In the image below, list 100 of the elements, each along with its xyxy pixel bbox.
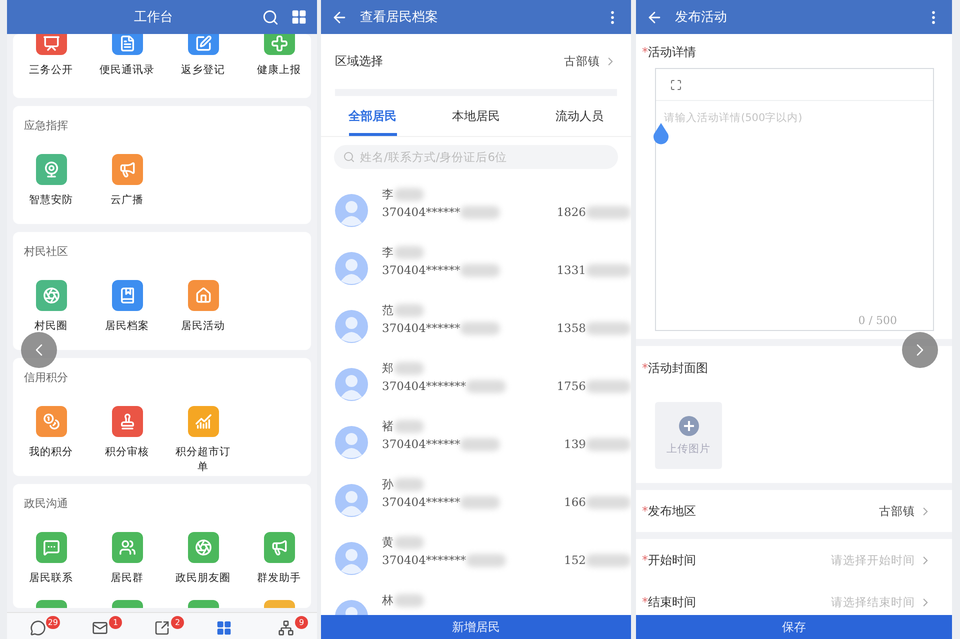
blurred-text [460,496,500,508]
app-label[interactable]: 政民朋友圈 [173,571,233,586]
app-label[interactable]: 云广播 [97,193,157,208]
field-label: *结束时间 [642,594,696,610]
app-label[interactable]: 健康上报 [249,63,309,78]
webcam-icon[interactable] [36,154,66,185]
fullscreen-icon[interactable] [670,78,682,90]
blurred-text [586,322,631,334]
tab[interactable]: 流动人员 [555,96,604,136]
share-icon[interactable] [154,620,170,636]
app-label[interactable]: 返乡登记 [173,63,233,78]
cut-off-app-icon[interactable] [264,600,294,608]
id-number: 370404******* [382,553,466,567]
phone-number: 139 [564,437,586,451]
app-label[interactable]: 居民群 [97,571,157,586]
bookmark-book-icon[interactable] [112,280,142,311]
blurred-text [460,206,500,218]
blurred-text [466,380,506,392]
count-badge: 1 [109,616,122,629]
id-number: 370404****** [382,263,460,277]
avatar-icon [335,194,368,227]
app-label[interactable]: 群发助手 [249,571,309,586]
megaphone-icon[interactable] [112,154,142,185]
app-label[interactable]: 积分超市订单 [173,445,233,475]
field-label: *活动详情 [641,44,697,61]
coins-icon[interactable] [36,406,66,437]
blurred-text [586,264,631,276]
aperture-icon[interactable] [188,532,218,563]
edit-icon[interactable] [188,34,218,55]
chat-icon[interactable] [30,620,46,636]
blurred-text [466,554,506,566]
org-chart-icon[interactable] [278,620,294,636]
region-label: 区域选择 [335,53,383,70]
app-label[interactable]: 智慧安防 [21,193,81,208]
section-title: 村民社区 [23,244,69,260]
blurred-text [586,206,631,218]
id-number: 370404****** [382,437,460,451]
avatar-icon [335,252,368,285]
avatar-icon [335,484,368,517]
avatar-icon [335,542,368,575]
aperture-icon[interactable] [36,280,66,311]
app-label[interactable]: 村民圈 [21,319,81,334]
avatar-icon [335,310,368,343]
tab[interactable]: 全部居民 [348,96,397,136]
house-icon[interactable] [188,280,218,311]
add-app-icon[interactable] [291,9,307,25]
mail-icon[interactable] [92,620,108,636]
phone-number: 152 [564,553,586,567]
resident-name: 黄 [382,535,394,550]
add-resident-button[interactable]: 新增居民 [321,615,631,639]
blurred-text [394,188,424,201]
blurred-text [586,554,631,566]
stamp-icon[interactable] [112,406,142,437]
tab[interactable]: 本地居民 [452,96,500,136]
count-badge: 9 [295,616,308,629]
blurred-text [586,496,631,508]
details-placeholder: 请输入活动详情(500字以内) [663,111,804,125]
chart-board-icon[interactable] [36,34,66,55]
field-value: 古部镇 [879,504,915,518]
field-label: *开始时间 [642,552,696,568]
cut-off-app-icon[interactable] [188,600,218,608]
phone-number: 166 [564,495,586,509]
app-label[interactable]: 三务公开 [21,63,81,78]
app-label[interactable]: 居民档案 [97,319,157,334]
section-title: 信用积分 [23,370,69,386]
people-icon[interactable] [112,532,142,563]
blurred-text [460,438,500,450]
resident-name: 范 [382,303,394,318]
search-icon[interactable] [262,8,279,26]
grid-icon[interactable] [216,620,232,636]
megaphone-icon[interactable] [264,532,294,563]
field-label: *发布地区 [642,502,696,520]
blurred-text [586,380,631,392]
blurred-text [460,322,500,334]
cut-off-app-icon[interactable] [112,600,142,608]
header-title: 工作台 [133,9,174,26]
cursor-handle-icon[interactable] [652,123,670,145]
app-label[interactable]: 居民联系 [21,571,81,586]
growth-chart-icon[interactable] [188,406,218,437]
field-placeholder: 请选择结束时间 [831,594,915,610]
cut-off-app-icon[interactable] [36,600,66,608]
resident-name: 林 [382,593,394,608]
app-label[interactable]: 便民通讯录 [97,63,157,78]
save-button[interactable]: 保存 [636,615,952,639]
resident-name: 李 [382,245,394,260]
document-icon[interactable] [112,34,142,55]
blurred-text [394,246,424,259]
app-label[interactable]: 我的积分 [21,445,81,460]
phone-number: 1826 [556,205,586,219]
app-label[interactable]: 居民活动 [173,319,233,334]
id-number: 370404****** [382,495,460,509]
header-title: 发布活动 [675,9,728,26]
field-label: *活动封面图 [641,360,709,377]
id-number: 370404****** [382,321,460,335]
header-title: 查看居民档案 [360,9,439,26]
medical-cross-icon[interactable] [264,34,294,55]
app-label[interactable]: 积分审核 [97,445,157,460]
avatar-icon [335,426,368,459]
section-title: 应急指挥 [23,118,69,134]
id-number: 370404******* [382,379,466,393]
